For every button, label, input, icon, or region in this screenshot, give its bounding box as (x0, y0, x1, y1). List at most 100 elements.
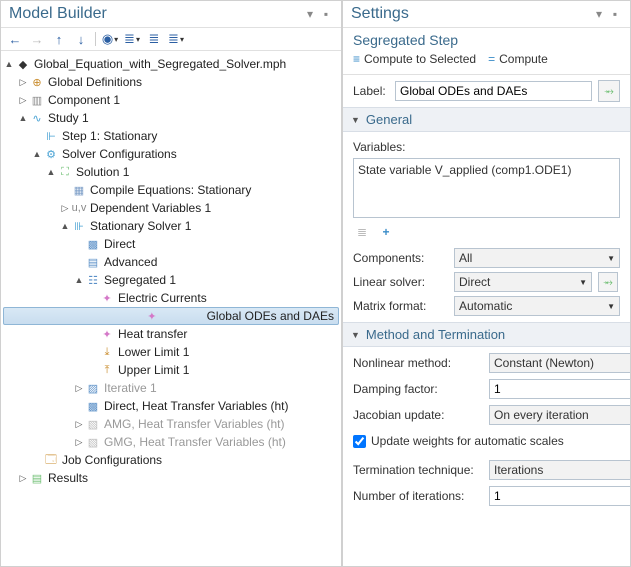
tree-root[interactable]: ▲◆Global_Equation_with_Segregated_Solver… (3, 55, 339, 73)
show-button[interactable]: ◉▾ (102, 31, 118, 47)
more-icon[interactable]: ▪ (608, 7, 622, 21)
jacobian-update-label: Jacobian update: (353, 408, 481, 422)
variables-label: Variables: (353, 140, 620, 154)
label-field-label: Label: (353, 84, 389, 98)
file-icon: ◆ (15, 56, 31, 72)
tree-dep-vars[interactable]: ▷u,vDependent Variables 1 (3, 199, 339, 217)
upper-limit-icon: ⤒ (99, 362, 115, 378)
tree-compile-eq[interactable]: ▷▦Compile Equations: Stationary (3, 181, 339, 199)
general-section-body: Variables: State variable V_applied (com… (343, 132, 630, 322)
tree-global-definitions[interactable]: ▷⊕Global Definitions (3, 73, 339, 91)
tree-direct[interactable]: ▷▩Direct (3, 235, 339, 253)
add-button[interactable]: + (377, 224, 395, 240)
goto-source-button[interactable]: ⥇ (598, 80, 620, 102)
update-weights-checkbox[interactable] (353, 435, 366, 448)
tree-lower-limit[interactable]: ▷⤓Lower Limit 1 (3, 343, 339, 361)
command-row: ≡Compute to Selected =Compute (343, 50, 630, 75)
number-iterations-label: Number of iterations: (353, 489, 481, 503)
menu-dropdown-icon[interactable]: ▾ (592, 7, 606, 21)
step-icon: ✦ (99, 290, 115, 306)
tree-direct-ht[interactable]: ▷▩Direct, Heat Transfer Variables (ht) (3, 397, 339, 415)
linear-solver-goto-button[interactable]: ⥇ (598, 272, 618, 292)
tree-iterative-1[interactable]: ▷▨Iterative 1 (3, 379, 339, 397)
number-iterations-input[interactable] (489, 486, 630, 506)
tree-study-1[interactable]: ▲∿Study 1 (3, 109, 339, 127)
termination-technique-label: Termination technique: (353, 463, 481, 477)
damping-factor-label: Damping factor: (353, 382, 481, 396)
chevron-down-icon: ▼ (579, 278, 587, 287)
matrix-format-label: Matrix format: (353, 299, 448, 313)
compute-selected-icon: ≡ (353, 52, 360, 66)
tree-segregated-1[interactable]: ▲☷Segregated 1 (3, 271, 339, 289)
variables-item[interactable]: State variable V_applied (comp1.ODE1) (358, 163, 615, 177)
tree-options-button[interactable]: ≣▾ (168, 31, 184, 47)
settings-title: Settings (351, 5, 590, 23)
linear-solver-select[interactable]: Direct▼ (454, 272, 592, 292)
tree-component-1[interactable]: ▷▥Component 1 (3, 91, 339, 109)
variables-listbox[interactable]: State variable V_applied (comp1.ODE1) (353, 158, 620, 218)
down-button[interactable]: ↓ (73, 31, 89, 47)
variables-icon: u,v (71, 200, 87, 216)
up-button[interactable]: ↑ (51, 31, 67, 47)
tree-gmg-ht[interactable]: ▷▧GMG, Heat Transfer Variables (ht) (3, 433, 339, 451)
tree-solver-configs[interactable]: ▲⚙Solver Configurations (3, 145, 339, 163)
iterative-icon: ▨ (85, 380, 101, 396)
update-weights-checkbox-row[interactable]: Update weights for automatic scales (353, 434, 630, 448)
step-icon: ✦ (144, 308, 160, 324)
amg-icon: ▧ (85, 416, 101, 432)
collapse-button[interactable]: ≣▾ (124, 31, 140, 47)
components-select[interactable]: All▼ (454, 248, 620, 268)
direct-icon: ▩ (85, 236, 101, 252)
damping-factor-input[interactable] (489, 379, 630, 399)
lower-limit-icon: ⤓ (99, 344, 115, 360)
model-builder-title: Model Builder (9, 5, 301, 23)
nonlinear-method-select[interactable]: Constant (Newton)▼ (489, 353, 630, 373)
solution-icon: ⛶ (57, 164, 73, 180)
general-section-header[interactable]: ▼ General (343, 107, 630, 132)
termination-technique-select[interactable]: Iterations▼ (489, 460, 630, 480)
compute-button[interactable]: =Compute (488, 52, 548, 66)
advanced-icon: ▤ (85, 254, 101, 270)
settings-body: Segregated Step ≡Compute to Selected =Co… (343, 28, 630, 566)
expand-triangle-icon: ▼ (351, 115, 360, 125)
tree-step-1[interactable]: ▷⊩Step 1: Stationary (3, 127, 339, 145)
settings-panel: Settings ▾ ▪ Segregated Step ≡Compute to… (342, 0, 631, 567)
jacobian-update-select[interactable]: On every iteration▼ (489, 405, 630, 425)
component-icon: ▥ (29, 92, 45, 108)
model-builder-panel: Model Builder ▾ ▪ ← → ↑ ↓ ◉▾ ≣▾ ≣ ≣▾ ▲◆G… (0, 0, 342, 567)
model-builder-titlebar: Model Builder ▾ ▪ (1, 1, 341, 28)
back-button[interactable]: ← (7, 31, 23, 47)
globe-icon: ⊕ (29, 74, 45, 90)
tree-upper-limit[interactable]: ▷⤒Upper Limit 1 (3, 361, 339, 379)
more-icon[interactable]: ▪ (319, 7, 333, 21)
tree-stationary-solver-1[interactable]: ▲⊪Stationary Solver 1 (3, 217, 339, 235)
tree-electric-currents[interactable]: ▷✦Electric Currents (3, 289, 339, 307)
tree-results[interactable]: ▷▤Results (3, 469, 339, 487)
step-icon: ✦ (99, 326, 115, 342)
menu-dropdown-icon[interactable]: ▾ (303, 7, 317, 21)
tree-global-odes-daes[interactable]: ▷✦Global ODEs and DAEs (3, 307, 339, 325)
update-weights-label: Update weights for automatic scales (371, 434, 564, 448)
tree-solution-1[interactable]: ▲⛶Solution 1 (3, 163, 339, 181)
tree-job-configs[interactable]: ▷🗔Job Configurations (3, 451, 339, 469)
components-label: Components: (353, 251, 448, 265)
chevron-down-icon: ▼ (607, 302, 615, 311)
tree-amg-ht[interactable]: ▷▧AMG, Heat Transfer Variables (ht) (3, 415, 339, 433)
label-input[interactable] (395, 81, 592, 101)
tree-advanced[interactable]: ▷▤Advanced (3, 253, 339, 271)
list-options-button[interactable]: ≣ (353, 224, 371, 240)
method-termination-section-header[interactable]: ▼ Method and Termination (343, 322, 630, 347)
chevron-down-icon: ▼ (607, 254, 615, 263)
compute-icon: = (488, 52, 495, 66)
model-tree[interactable]: ▲◆Global_Equation_with_Segregated_Solver… (1, 51, 341, 566)
compute-to-selected-button[interactable]: ≡Compute to Selected (353, 52, 476, 66)
stationary-icon: ⊩ (43, 128, 59, 144)
matrix-format-select[interactable]: Automatic▼ (454, 296, 620, 316)
forward-button[interactable]: → (29, 31, 45, 47)
settings-titlebar: Settings ▾ ▪ (343, 1, 630, 28)
gmg-icon: ▧ (85, 434, 101, 450)
expand-button[interactable]: ≣ (146, 31, 162, 47)
model-builder-toolbar: ← → ↑ ↓ ◉▾ ≣▾ ≣ ≣▾ (1, 28, 341, 51)
tree-heat-transfer[interactable]: ▷✦Heat transfer (3, 325, 339, 343)
study-icon: ∿ (29, 110, 45, 126)
